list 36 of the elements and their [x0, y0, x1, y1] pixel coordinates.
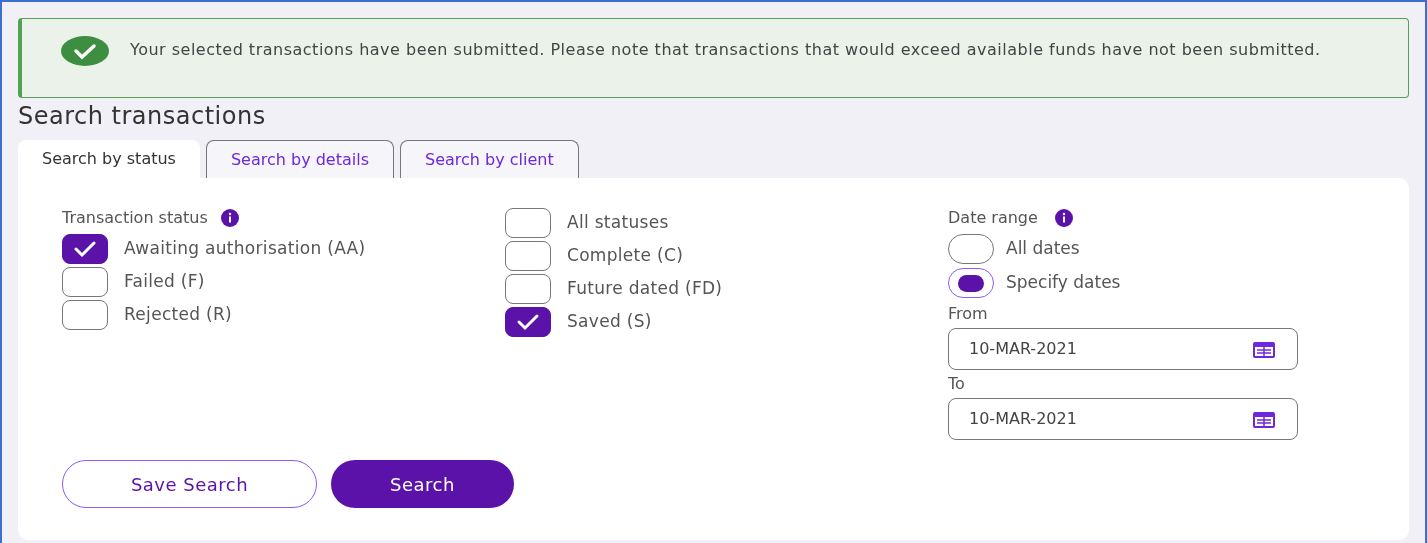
tab[interactable]: Search by client — [400, 140, 579, 178]
checkbox[interactable] — [505, 207, 551, 238]
checkbox-label: Future dated (FD) — [567, 276, 723, 300]
radio-label: Specify dates — [1006, 271, 1121, 295]
page-title: Search transactions — [18, 101, 267, 132]
section-label: Date range — [948, 207, 1038, 229]
checkbox[interactable] — [62, 233, 108, 264]
calendar-icon[interactable] — [1253, 340, 1275, 358]
calendar-icon[interactable] — [1253, 410, 1275, 428]
date-field[interactable]: 10-MAR-2021 — [948, 328, 1298, 370]
checkbox-label: Complete (C) — [567, 243, 684, 267]
checkbox[interactable] — [505, 240, 551, 271]
field-label: To — [948, 373, 966, 395]
checkbox-label: Failed (F) — [124, 269, 205, 293]
checkbox-label: Awaiting authorisation (AA) — [124, 236, 366, 260]
info-icon[interactable] — [219, 208, 240, 228]
checkmark-icon — [60, 35, 110, 67]
search-button[interactable]: Search — [331, 460, 514, 508]
checkbox[interactable] — [505, 273, 551, 304]
save-search-button[interactable]: Save Search — [62, 460, 317, 508]
tab[interactable]: Search by status — [18, 140, 200, 178]
checkbox-label: All statuses — [567, 210, 669, 234]
checkbox-label: Saved (S) — [567, 309, 652, 333]
section-label: Transaction status — [62, 207, 208, 229]
checkbox[interactable] — [62, 266, 108, 297]
tab[interactable]: Search by details — [205, 140, 394, 178]
checkbox[interactable] — [62, 299, 108, 330]
alert-message: Your selected transactions have been submitted. Please note that transactions that would exceed available funds have not been submitted. — [130, 39, 1321, 61]
field-label: From — [948, 303, 989, 325]
radio-label: All dates — [1006, 237, 1080, 261]
checkmark-icon — [515, 312, 541, 331]
info-icon[interactable] — [1053, 208, 1074, 228]
date-field[interactable]: 10-MAR-2021 — [948, 398, 1298, 440]
checkbox[interactable] — [505, 306, 551, 337]
checkmark-icon — [72, 239, 98, 258]
checkbox-label: Rejected (R) — [124, 302, 233, 326]
